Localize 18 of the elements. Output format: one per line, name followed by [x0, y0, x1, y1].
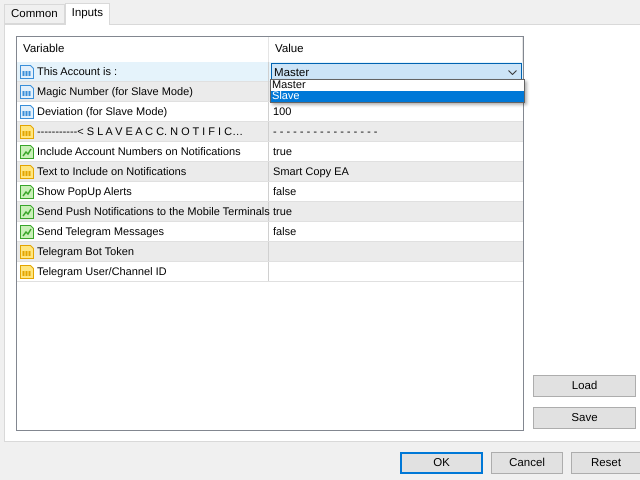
variable-name: Send Telegram Messages — [37, 226, 164, 238]
variable-name: Magic Number (for Slave Mode) — [37, 86, 193, 98]
variable-name: Include Account Numbers on Notifications — [37, 146, 241, 158]
variable-name: -----------< S L A V E A C C. N O T I F I C… — [37, 126, 244, 138]
value-text: true — [273, 146, 292, 158]
variable-name: This Account is : — [37, 66, 118, 78]
value-text: 100 — [273, 106, 292, 118]
value-text: true — [273, 206, 292, 218]
value-text: - - - - - - - - - - - - - - - - — [273, 126, 378, 138]
value-text: false — [273, 226, 296, 238]
variable-name: Send Push Notifications to the Mobile Terminals — [37, 206, 270, 218]
variable-name: Telegram Bot Token — [37, 246, 134, 258]
variable-name: Text to Include on Notifications — [37, 166, 186, 178]
value-text: false — [273, 186, 296, 198]
variable-name: Deviation (for Slave Mode) — [37, 106, 168, 118]
value-text: Smart Copy EA — [273, 166, 349, 178]
variable-name: Telegram User/Channel ID — [37, 266, 167, 278]
variable-name: Show PopUp Alerts — [37, 186, 132, 198]
